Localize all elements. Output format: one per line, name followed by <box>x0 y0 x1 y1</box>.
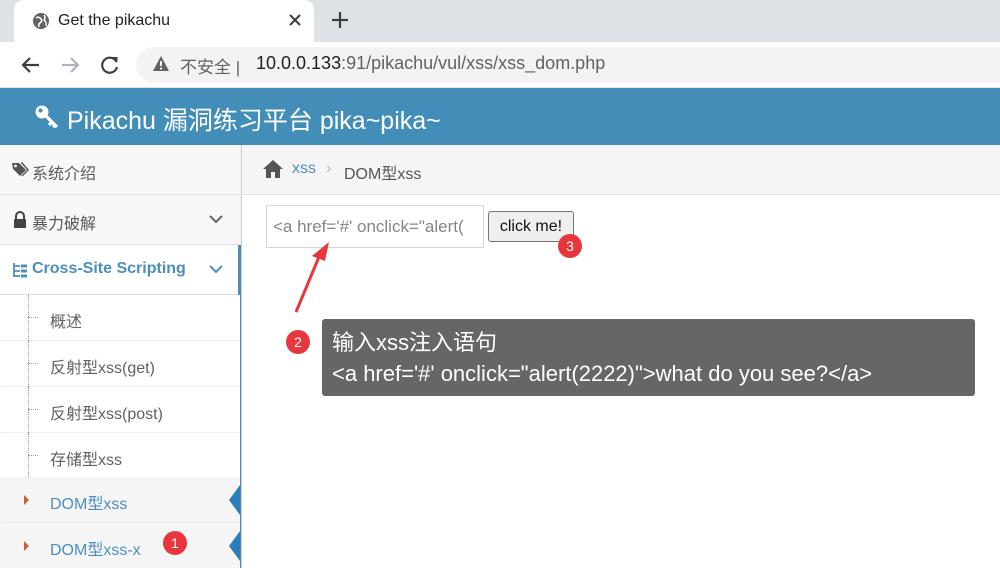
sidebar-subitem-dom[interactable]: DOM型xss <box>0 477 240 523</box>
sidebar-subitem-label: 反射型xss(get) <box>50 360 155 377</box>
tree-line <box>28 455 38 456</box>
breadcrumb-current: DOM型xss <box>344 166 422 183</box>
tree-line <box>28 295 29 341</box>
tree-line <box>28 433 29 479</box>
sidebar-item-label: Cross-Site Scripting <box>32 260 186 277</box>
sidebar: 系统介绍 暴力破解 Cross-Site Scripting 概述 反射型xss… <box>0 145 242 568</box>
forward-icon[interactable] <box>59 54 81 76</box>
active-marker <box>229 531 240 561</box>
annotation-badge-2: 2 <box>286 330 310 354</box>
security-label: 不安全 | <box>180 58 241 77</box>
tree-line <box>28 363 38 364</box>
sidebar-subitem-reflected-post[interactable]: 反射型xss(post) <box>0 387 240 433</box>
sidebar-subitem-overview[interactable]: 概述 <box>0 295 240 341</box>
sidebar-subitem-reflected-get[interactable]: 反射型xss(get) <box>0 341 240 387</box>
breadcrumb-separator: › <box>326 160 332 177</box>
active-marker <box>229 485 240 515</box>
breadcrumb: xss › DOM型xss <box>242 145 1000 195</box>
caret-right-icon <box>24 495 29 505</box>
sidebar-subitem-dom-x[interactable]: DOM型xss-x <box>0 523 240 568</box>
browser-toolbar: 不安全 | 10.0.0.133:91/pikachu/vul/xss/xss_… <box>0 42 1000 88</box>
tooltip-line-2: <a href='#' onclick="alert(2222)">what d… <box>332 361 873 386</box>
sidebar-subitem-label: DOM型xss <box>50 496 128 513</box>
sidebar-subitem-label: DOM型xss-x <box>50 542 141 559</box>
sidebar-item-label: 系统介绍 <box>32 166 97 183</box>
back-icon[interactable] <box>20 54 42 76</box>
sidebar-subitem-stored[interactable]: 存储型xss <box>0 433 240 479</box>
sidebar-item-bruteforce[interactable]: 暴力破解 <box>0 195 240 245</box>
sidebar-item-label: 暴力破解 <box>32 216 97 233</box>
annotation-badge-1: 1 <box>163 531 187 555</box>
key-icon <box>35 105 59 129</box>
annotation-badge-3: 3 <box>558 234 582 258</box>
browser-tab[interactable]: Get the pikachu <box>14 0 314 42</box>
globe-icon <box>33 13 49 29</box>
tree-line <box>28 341 29 387</box>
app-title: Pikachu 漏洞练习平台 pika~pika~ <box>67 107 441 135</box>
close-icon[interactable] <box>286 11 304 29</box>
sidebar-item-intro[interactable]: 系统介绍 <box>0 145 240 195</box>
tooltip-line-1: 输入xss注入语句 <box>332 330 498 355</box>
browser-tab-strip: Get the pikachu <box>0 0 1000 42</box>
tree-line <box>28 409 38 410</box>
url-text[interactable]: 10.0.0.133:91/pikachu/vul/xss/xss_dom.ph… <box>256 53 605 74</box>
sidebar-subitem-label: 反射型xss(post) <box>50 406 163 423</box>
annotation-tooltip: 输入xss注入语句 <a href='#' onclick="alert(222… <box>322 319 975 396</box>
caret-right-icon <box>24 541 29 551</box>
chevron-down-icon <box>209 265 223 274</box>
app-header: Pikachu 漏洞练习平台 pika~pika~ <box>0 88 1000 145</box>
tree-line <box>28 387 29 433</box>
tags-icon <box>12 162 29 177</box>
chevron-down-icon <box>209 215 223 224</box>
lock-icon <box>14 211 26 228</box>
warning-icon[interactable] <box>152 55 170 73</box>
new-tab-icon[interactable] <box>330 10 350 30</box>
tree-icon <box>13 263 27 278</box>
tab-title: Get the pikachu <box>58 12 171 29</box>
tree-line <box>28 317 38 318</box>
home-icon[interactable] <box>262 159 284 179</box>
sidebar-item-xss[interactable]: Cross-Site Scripting <box>0 245 241 568</box>
reload-icon[interactable] <box>99 54 121 76</box>
sidebar-subitem-label: 概述 <box>50 314 83 331</box>
xss-input[interactable] <box>266 205 484 248</box>
breadcrumb-link[interactable]: xss <box>292 160 316 178</box>
sidebar-subitem-label: 存储型xss <box>50 452 123 469</box>
